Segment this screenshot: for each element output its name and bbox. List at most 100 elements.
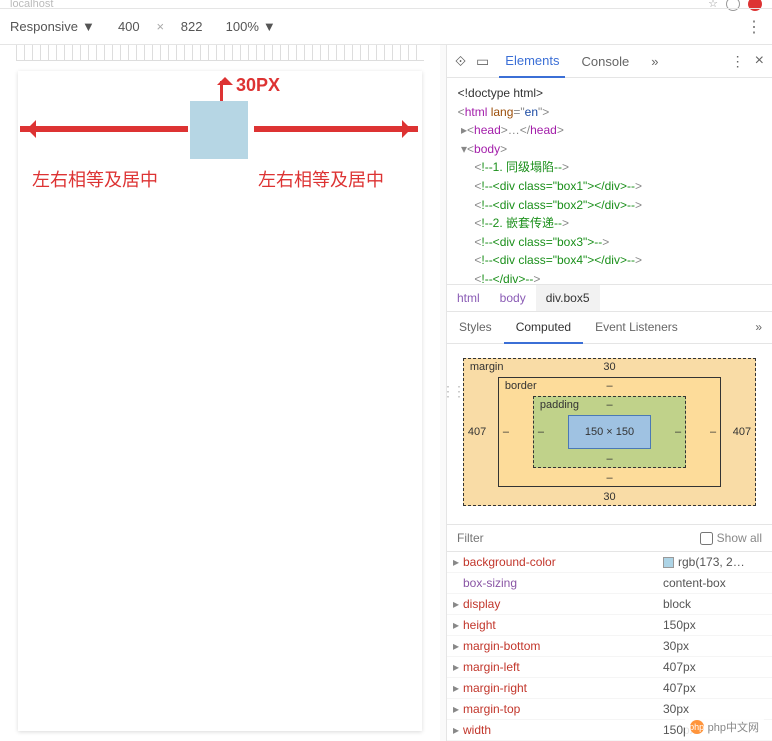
disclosure-icon[interactable]: ▸: [453, 639, 463, 653]
devtools-tabbar: ⟐ ▭ Elements Console » ⋮ ×: [447, 45, 772, 78]
prop-value: block: [663, 597, 691, 611]
color-swatch-icon[interactable]: [663, 557, 674, 568]
tab-console[interactable]: Console: [575, 46, 635, 77]
prop-name: background-color: [463, 555, 663, 569]
disclosure-icon[interactable]: ▸: [453, 660, 463, 674]
arrow-left-icon: [20, 126, 188, 132]
more-menu-icon[interactable]: ⋮: [746, 17, 762, 37]
prop-row[interactable]: ▸margin-left407px: [447, 657, 772, 678]
prop-value: 30px: [663, 702, 689, 716]
more-menu-icon[interactable]: ⋮: [731, 53, 745, 70]
bm-margin-right: 407: [733, 426, 751, 438]
subtab-more-icon[interactable]: »: [745, 312, 772, 343]
main-split: 30PX 左右相等及居中 左右相等及居中 ⋮⋮ ⟐ ▭ Elements Con…: [0, 45, 772, 741]
subtab-styles[interactable]: Styles: [447, 312, 504, 343]
bm-margin-bottom: 30: [603, 491, 615, 503]
subtab-listeners[interactable]: Event Listeners: [583, 312, 690, 343]
device-mode-label: Responsive: [10, 19, 78, 34]
annotation-top: 30PX: [236, 75, 280, 96]
prop-name: height: [463, 618, 663, 632]
devtools-panel: ⟐ ▭ Elements Console » ⋮ × <!doctype htm…: [446, 45, 772, 741]
filter-row: Show all: [447, 524, 772, 552]
device-toolbar: Responsive ▼ × 100% ▼ ⋮: [0, 9, 772, 45]
tab-more-icon[interactable]: »: [645, 46, 664, 77]
bm-border-right: –: [710, 426, 716, 438]
chevron-down-icon: ▼: [263, 19, 276, 34]
ruler-horizontal: [16, 45, 424, 61]
disclosure-icon[interactable]: ▸: [453, 702, 463, 716]
dimension-x: ×: [156, 19, 164, 34]
show-all-checkbox[interactable]: [700, 532, 713, 545]
watermark: php php中文网: [685, 717, 764, 737]
watermark-icon: php: [690, 720, 704, 734]
dom-tree[interactable]: <!doctype html> <html lang="en"> ▸<head>…: [447, 78, 772, 284]
prop-name: margin-right: [463, 681, 663, 695]
filter-input[interactable]: [457, 531, 700, 545]
prop-name: display: [463, 597, 663, 611]
bm-margin[interactable]: margin 30 30 407 407 border – – – – pa: [463, 358, 756, 506]
prop-row[interactable]: box-sizingcontent-box: [447, 573, 772, 594]
bm-margin-label: margin: [470, 361, 504, 373]
prop-value: 30px: [663, 639, 689, 653]
url-bar: localhost ☆: [0, 0, 772, 8]
bm-border-top: –: [606, 380, 612, 392]
viewport-width-input[interactable]: [109, 19, 149, 34]
prop-value: 150px: [663, 618, 696, 632]
prop-name: width: [463, 723, 663, 737]
zoom-label: 100%: [226, 19, 259, 34]
disclosure-icon[interactable]: ▸: [453, 723, 463, 737]
device-toggle-icon[interactable]: ▭: [476, 53, 489, 70]
device-mode-dropdown[interactable]: Responsive ▼: [10, 19, 95, 34]
disclosure-icon[interactable]: ▸: [453, 681, 463, 695]
prop-row[interactable]: ▸margin-right407px: [447, 678, 772, 699]
prop-row[interactable]: ▸displayblock: [447, 594, 772, 615]
prop-value: 407px: [663, 660, 696, 674]
subtab-computed[interactable]: Computed: [504, 312, 583, 344]
disclosure-icon[interactable]: [453, 576, 463, 590]
chevron-down-icon: ▼: [82, 19, 95, 34]
prop-name: margin-top: [463, 702, 663, 716]
zoom-dropdown[interactable]: 100% ▼: [226, 19, 276, 34]
close-devtools-icon[interactable]: ×: [755, 52, 764, 70]
prop-value: 407px: [663, 681, 696, 695]
page-viewport: 30PX 左右相等及居中 左右相等及居中: [0, 45, 440, 741]
bm-margin-left: 407: [468, 426, 486, 438]
styles-subtabs: Styles Computed Event Listeners »: [447, 312, 772, 344]
demo-box5: [190, 101, 248, 159]
prop-row[interactable]: ▸height150px: [447, 615, 772, 636]
annotation-right: 左右相等及居中: [258, 166, 384, 192]
show-all-label: Show all: [717, 531, 762, 545]
annotation-left: 左右相等及居中: [32, 166, 158, 192]
grip-icon: ⋮⋮: [441, 383, 445, 403]
disclosure-icon[interactable]: ▸: [453, 597, 463, 611]
bm-padding[interactable]: padding – – – – 150 × 150: [533, 396, 686, 468]
crumb-selected[interactable]: div.box5: [536, 285, 600, 311]
bm-border[interactable]: border – – – – padding – – – –: [498, 377, 721, 487]
box-model-diagram: margin 30 30 407 407 border – – – – pa: [447, 344, 772, 524]
viewport-height-input[interactable]: [172, 19, 212, 34]
breadcrumb: html body div.box5: [447, 284, 772, 312]
prop-name: margin-bottom: [463, 639, 663, 653]
arrow-right-icon: [254, 126, 418, 132]
crumb-html[interactable]: html: [447, 285, 490, 311]
bm-content[interactable]: 150 × 150: [568, 415, 651, 449]
show-all-toggle[interactable]: Show all: [700, 531, 762, 545]
bm-padding-top: –: [606, 399, 612, 411]
disclosure-icon[interactable]: ▸: [453, 618, 463, 632]
crumb-body[interactable]: body: [490, 285, 536, 311]
bm-border-bottom: –: [606, 472, 612, 484]
bm-padding-right: –: [675, 426, 681, 438]
prop-value: rgb(173, 2…: [663, 555, 745, 569]
inspect-icon[interactable]: ⟐: [455, 53, 466, 70]
prop-row[interactable]: ▸margin-bottom30px: [447, 636, 772, 657]
prop-row[interactable]: ▸background-colorrgb(173, 2…: [447, 552, 772, 573]
computed-properties: ▸background-colorrgb(173, 2…box-sizingco…: [447, 552, 772, 741]
viewport-dimensions: ×: [109, 19, 212, 34]
dom-doctype: <!doctype html>: [458, 86, 543, 100]
bm-border-label: border: [505, 380, 537, 392]
disclosure-icon[interactable]: ▸: [453, 555, 463, 569]
app-root: localhost ☆ Responsive ▼ × 100% ▼ ⋮: [0, 0, 772, 741]
tab-elements[interactable]: Elements: [499, 45, 565, 78]
bm-border-left: –: [503, 426, 509, 438]
watermark-text: php中文网: [708, 719, 759, 735]
